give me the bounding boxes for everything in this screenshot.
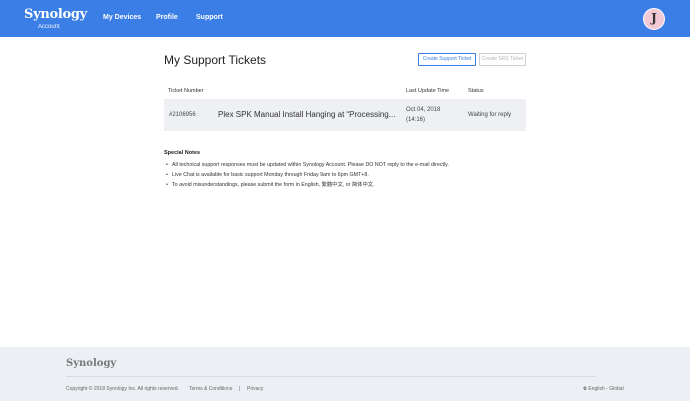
footer-divider	[66, 376, 596, 377]
ticket-update-date: Oct 04, 2018	[406, 107, 441, 113]
privacy-link[interactable]: Privacy	[247, 386, 263, 392]
ticket-number[interactable]: #2106956	[169, 112, 196, 118]
nav-profile[interactable]: Profile	[156, 14, 178, 21]
list-item: To avoid misunderstandings, please submi…	[164, 180, 449, 190]
footer-logo: Synology	[66, 358, 117, 369]
column-header-status: Status	[468, 88, 484, 94]
language-label: English - Global	[588, 386, 624, 392]
nav-support[interactable]: Support	[196, 14, 223, 21]
footer-separator: |	[239, 386, 241, 392]
globe-icon: 🌐︎	[583, 386, 588, 392]
create-srs-ticket-button[interactable]: Create SRS Ticket	[479, 53, 526, 66]
language-selector[interactable]: 🌐︎ English - Global	[583, 386, 624, 392]
brand-subtitle: Account	[38, 24, 60, 30]
ticket-status: Waiting for reply	[468, 112, 512, 118]
terms-link[interactable]: Terms & Conditions	[189, 386, 232, 392]
list-item: Live Chat is available for basic support…	[164, 170, 449, 180]
page-title: My Support Tickets	[164, 53, 267, 67]
list-item: All technical support responses must be …	[164, 160, 449, 170]
special-notes-title: Special Notes	[164, 150, 201, 156]
synology-account-logo[interactable]: Synology Account	[24, 7, 87, 30]
special-notes-list: All technical support responses must be …	[164, 160, 449, 190]
brand-name: Synology	[24, 7, 87, 22]
ticket-subject[interactable]: Plex SPK Manual Install Hanging at “Proc…	[218, 110, 395, 119]
create-support-ticket-button[interactable]: Create Support Ticket	[418, 53, 476, 66]
page-footer	[0, 347, 690, 401]
footer-copyright: Copyright © 2018 Synology Inc. All right…	[66, 386, 179, 392]
table-row[interactable]: #2106956 Plex SPK Manual Install Hanging…	[164, 99, 526, 131]
nav-my-devices[interactable]: My Devices	[103, 14, 141, 21]
top-navigation-bar: Synology Account My Devices Profile Supp…	[0, 0, 690, 37]
column-header-last-update: Last Update Time	[406, 88, 450, 94]
user-avatar[interactable]: J	[643, 8, 665, 30]
column-header-ticket-number: Ticket Number	[168, 88, 204, 94]
ticket-update-time: (14:16)	[406, 117, 426, 123]
